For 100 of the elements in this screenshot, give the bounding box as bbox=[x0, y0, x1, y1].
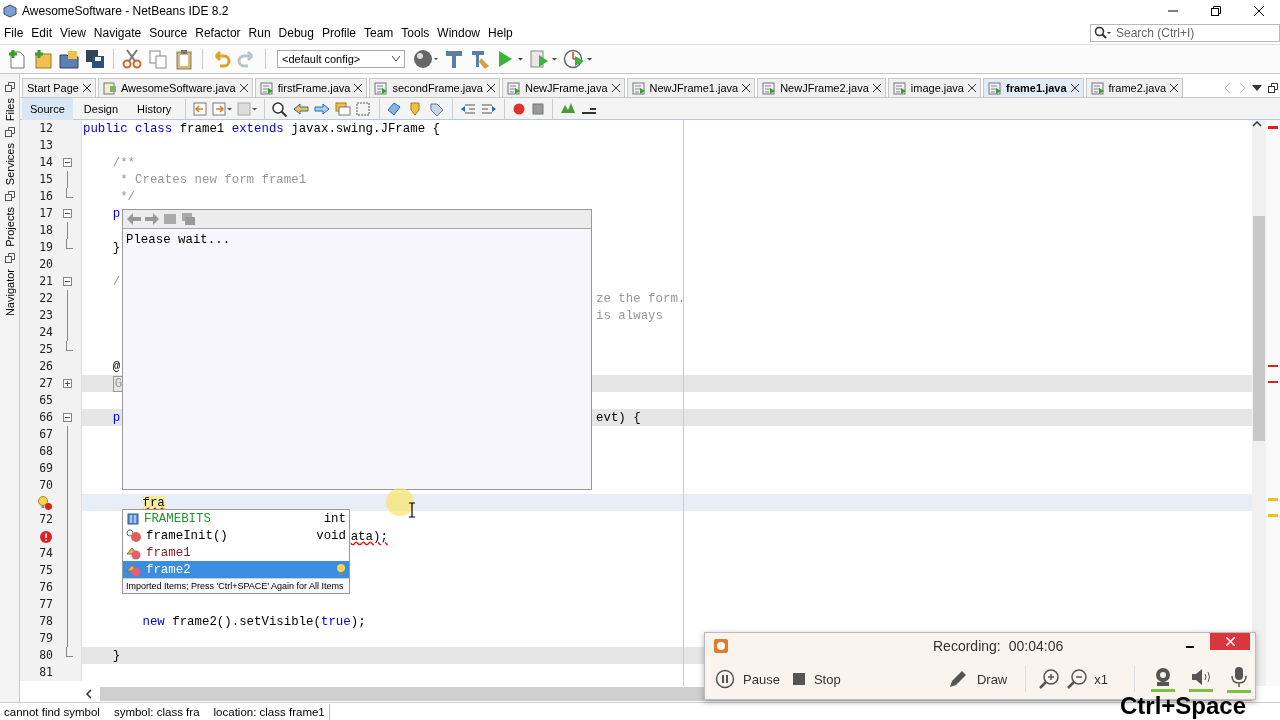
window-restore-icon[interactable] bbox=[4, 127, 15, 138]
globe-icon[interactable] bbox=[413, 48, 439, 70]
config-dropdown[interactable]: <default config> bbox=[277, 50, 405, 68]
view-tab[interactable]: Source bbox=[22, 97, 73, 120]
completion-item[interactable]: frameInit() void bbox=[123, 527, 349, 544]
fold-guide-line bbox=[66, 222, 68, 239]
close-icon[interactable] bbox=[968, 84, 976, 92]
back-arrow-icon[interactable] bbox=[126, 212, 142, 226]
back-source-icon[interactable] bbox=[192, 100, 209, 117]
close-icon[interactable] bbox=[872, 84, 881, 92]
form-file-icon bbox=[1090, 81, 1105, 95]
menu-item[interactable]: Run bbox=[244, 26, 275, 40]
status-text: symbol: class fra bbox=[112, 705, 201, 718]
debug-icon[interactable] bbox=[529, 48, 559, 70]
fold-guide-end bbox=[66, 647, 73, 657]
bulb-error-icon[interactable] bbox=[37, 494, 53, 511]
click-highlight bbox=[385, 487, 415, 517]
pause-button[interactable]: Pause bbox=[715, 669, 786, 689]
completion-item[interactable]: FRAMEBITS int bbox=[123, 510, 349, 527]
menu-item[interactable]: Tools bbox=[397, 26, 434, 40]
window-restore-icon[interactable] bbox=[4, 191, 15, 202]
close-icon[interactable] bbox=[1170, 84, 1179, 92]
folder-icon[interactable] bbox=[58, 48, 80, 70]
stop-macro-icon[interactable] bbox=[530, 100, 547, 117]
fold-toggle[interactable] bbox=[62, 209, 72, 218]
side-panel-tab[interactable]: Navigator bbox=[3, 269, 16, 317]
app-cube-icon bbox=[3, 4, 17, 18]
restore-icon bbox=[1210, 6, 1221, 16]
editor-tab[interactable]: Start Page bbox=[22, 78, 96, 97]
editor-tab[interactable]: frame2.java bbox=[1085, 78, 1184, 97]
menu-item[interactable]: Navigate bbox=[89, 26, 146, 40]
scissors-icon[interactable] bbox=[121, 48, 143, 70]
close-icon[interactable] bbox=[354, 84, 363, 92]
close-icon[interactable] bbox=[1070, 84, 1079, 92]
menu-item[interactable]: Source bbox=[145, 26, 192, 40]
side-panel-tab[interactable]: Projects bbox=[3, 207, 16, 248]
menu-item[interactable]: Window bbox=[433, 26, 485, 40]
view-tab[interactable]: History bbox=[129, 97, 180, 120]
editor-tab[interactable]: frame1.java bbox=[983, 78, 1084, 97]
form-file-icon bbox=[892, 81, 907, 95]
class-icon bbox=[126, 562, 142, 577]
forward-source-icon[interactable] bbox=[211, 100, 234, 117]
menu-item[interactable]: Edit bbox=[27, 26, 57, 40]
new-project-icon[interactable] bbox=[32, 48, 54, 70]
scroll-up-icon[interactable] bbox=[1252, 120, 1262, 128]
window-restore-icon[interactable] bbox=[1268, 82, 1278, 93]
close-icon[interactable] bbox=[83, 84, 91, 92]
forward-arrow-icon[interactable] bbox=[144, 212, 160, 226]
clipboard-icon[interactable] bbox=[173, 48, 195, 70]
microphone-icon bbox=[1229, 665, 1249, 688]
scrollbar-thumb[interactable] bbox=[1253, 216, 1265, 441]
search-icon[interactable] bbox=[1094, 26, 1112, 40]
select-icon[interactable] bbox=[334, 100, 353, 117]
search-field[interactable]: Search (Ctrl+I) bbox=[1090, 24, 1280, 42]
editor-tab[interactable]: firstFrame.java bbox=[254, 78, 368, 97]
broom-hammer-icon[interactable] bbox=[469, 48, 491, 70]
fold-guide-line bbox=[66, 171, 68, 188]
close-icon[interactable] bbox=[611, 84, 620, 92]
save-all-icon[interactable] bbox=[84, 48, 106, 70]
stop-button[interactable]: Stop bbox=[791, 671, 847, 687]
editor-tab[interactable]: secondFrame.java bbox=[369, 78, 500, 97]
menu-item[interactable]: File bbox=[0, 26, 28, 40]
window-restore-icon[interactable] bbox=[4, 253, 15, 264]
close-icon[interactable] bbox=[742, 84, 751, 92]
editor-tab[interactable]: NewJFrame.java bbox=[502, 78, 625, 97]
editor-tab[interactable]: NewJFrame2.java bbox=[757, 78, 886, 97]
menu-item[interactable]: Profile bbox=[318, 26, 360, 40]
line-number: 68 bbox=[39, 443, 53, 460]
external-browser-icon[interactable] bbox=[180, 212, 196, 226]
side-panel-tab[interactable]: Services bbox=[3, 143, 16, 186]
dropdown-caret-icon[interactable] bbox=[1252, 83, 1262, 92]
zoom-out-icon[interactable] bbox=[1066, 668, 1089, 690]
editor-tab[interactable]: NewJFrame1.java bbox=[626, 78, 756, 97]
draw-button[interactable]: Draw bbox=[946, 668, 1014, 690]
find-icon[interactable] bbox=[271, 100, 290, 117]
fold-toggle[interactable] bbox=[62, 379, 72, 388]
menu-item[interactable]: Debug bbox=[274, 26, 318, 40]
copy-icon[interactable] bbox=[147, 48, 169, 70]
window-restore-icon[interactable] bbox=[4, 82, 15, 92]
menu-item[interactable]: Team bbox=[360, 26, 398, 40]
side-panel-tab[interactable]: Files bbox=[3, 98, 16, 122]
menu-item[interactable]: Refactor bbox=[191, 26, 245, 40]
editor-tab[interactable]: AwesomeSoftware.java bbox=[98, 78, 253, 97]
form-file-icon bbox=[259, 81, 274, 95]
profile-icon[interactable] bbox=[563, 48, 593, 70]
close-icon[interactable] bbox=[487, 84, 495, 92]
hammer-icon[interactable] bbox=[443, 48, 465, 70]
zoom-in-icon[interactable] bbox=[1038, 668, 1061, 690]
completion-item[interactable]: frame1 bbox=[123, 544, 349, 561]
fold-toggle[interactable] bbox=[62, 413, 72, 422]
menu-item[interactable]: Help bbox=[484, 26, 517, 40]
editor-tab[interactable]: image.java bbox=[887, 78, 981, 97]
close-icon[interactable] bbox=[239, 84, 248, 92]
view-tab[interactable]: Design bbox=[75, 97, 127, 120]
find-next-icon[interactable] bbox=[313, 100, 332, 117]
menu-item[interactable]: View bbox=[56, 26, 90, 40]
fold-toggle[interactable] bbox=[62, 277, 72, 286]
fold-toggle[interactable] bbox=[62, 158, 72, 167]
find-previous-icon[interactable] bbox=[292, 100, 311, 117]
new-file-icon[interactable] bbox=[6, 48, 28, 70]
